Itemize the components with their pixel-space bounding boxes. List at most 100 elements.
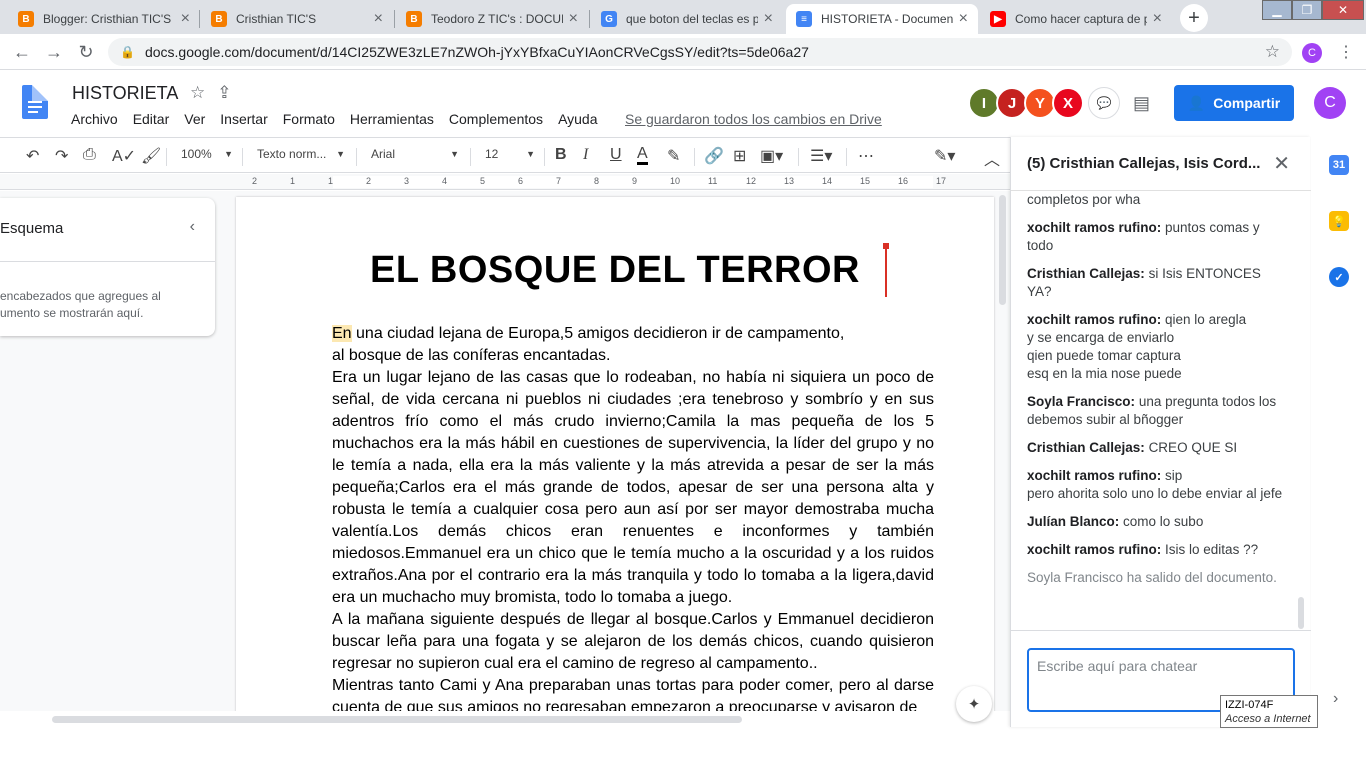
close-tab-icon[interactable]: × <box>181 10 190 28</box>
minimize-button[interactable]: ▁ <box>1262 0 1292 20</box>
browser-tab[interactable]: ≡ HISTORIETA - Document × <box>786 4 978 34</box>
close-tab-icon[interactable]: × <box>959 10 968 28</box>
text-color-icon[interactable]: A <box>637 146 648 165</box>
bookmark-star-icon[interactable]: ☆ <box>1265 42 1280 62</box>
collaborator-avatar[interactable]: X <box>1052 87 1084 119</box>
comment-history-icon[interactable]: ▤ <box>1133 93 1150 114</box>
menu-editar[interactable]: Editar <box>133 111 170 127</box>
save-status[interactable]: Se guardaron todos los cambios en Drive <box>625 111 882 127</box>
add-comment-icon[interactable]: ⊞ <box>733 146 746 166</box>
document-page[interactable]: EL BOSQUE DEL TERROR En una ciudad lejan… <box>236 197 994 711</box>
ruler[interactable]: 2 1 1 2 3 4 5 6 7 8 9 10 11 12 13 14 15 16 17 <box>0 174 1010 190</box>
tasks-icon[interactable]: ✓ <box>1329 267 1349 287</box>
style-select[interactable]: Texto norm... ▼ <box>257 147 345 161</box>
maximize-button[interactable]: ❐ <box>1292 0 1322 20</box>
chevron-right-icon[interactable]: › <box>1333 690 1338 708</box>
forward-button[interactable]: → <box>42 40 66 64</box>
ruler-number: 9 <box>632 176 638 186</box>
ruler-number: 2 <box>366 176 372 186</box>
font-size-select[interactable]: 12 ▼ <box>485 147 535 161</box>
chat-author: xochilt ramos rufino: <box>1027 312 1162 327</box>
chat-message: completos por wha <box>1027 191 1287 209</box>
share-button[interactable]: 👤 Compartir <box>1174 85 1294 121</box>
ruler-number: 2 <box>252 176 258 186</box>
document-body[interactable]: En una ciudad lejana de Europa,5 amigos … <box>332 323 934 711</box>
star-icon[interactable]: ☆ <box>190 83 205 103</box>
browser-menu-icon[interactable]: ⋮ <box>1338 42 1354 62</box>
browser-tab[interactable]: B Cristhian TIC'S × <box>201 4 393 34</box>
docs-logo-icon[interactable] <box>22 85 48 119</box>
chat-messages: completos por wha xochilt ramos rufino: p… <box>1027 191 1287 631</box>
chat-message: Soyla Francisco: una pregunta todos los … <box>1027 393 1287 429</box>
close-icon[interactable]: ✕ <box>1273 151 1290 176</box>
omnibox[interactable]: 🔒 docs.google.com/document/d/14CI25ZWE3z… <box>108 38 1292 66</box>
docs-header: HISTORIETA ☆ ⇪ Archivo Editar Ver Insert… <box>0 71 1366 136</box>
insert-image-icon[interactable]: ▣▾ <box>760 146 783 166</box>
side-panel-rail: 31 💡 ✓ <box>1311 137 1366 727</box>
new-tab-button[interactable]: + <box>1180 4 1208 32</box>
collapse-menus-icon[interactable]: ︿ <box>984 146 1000 170</box>
horizontal-scrollbar[interactable] <box>52 716 742 723</box>
keep-icon[interactable]: 💡 <box>1329 211 1349 231</box>
back-button[interactable]: ← <box>10 40 34 64</box>
reload-button[interactable]: ↻ <box>74 40 98 64</box>
browser-tab[interactable]: ▶ Como hacer captura de p × <box>980 4 1172 34</box>
italic-icon[interactable]: I <box>583 146 588 164</box>
underline-icon[interactable]: U <box>610 146 622 164</box>
menu-herramientas[interactable]: Herramientas <box>350 111 434 127</box>
chat-scrollbar[interactable] <box>1298 597 1304 629</box>
account-avatar[interactable]: C <box>1314 87 1346 119</box>
favicon-icon: B <box>406 11 422 27</box>
favicon-icon: ▶ <box>990 11 1006 27</box>
paragraph: Era un lugar lejano de las casas que lo … <box>332 369 934 606</box>
chat-message: Cristhian Callejas: si Isis ENTONCES YA? <box>1027 265 1287 301</box>
menu-ayuda[interactable]: Ayuda <box>558 111 597 127</box>
editing-toolbar: ↶ ↷ ⎙ A✓ 🖌 100% ▼ Texto norm... ▼ Arial ▼ 1… <box>0 137 1010 173</box>
show-chat-icon[interactable]: 💬 <box>1088 87 1120 119</box>
print-icon[interactable]: ⎙ <box>83 146 96 164</box>
favicon-icon: B <box>211 11 227 27</box>
chat-author: xochilt ramos rufino: <box>1027 220 1162 235</box>
align-icon[interactable]: ☰▾ <box>810 146 832 166</box>
close-tab-icon[interactable]: × <box>569 10 578 28</box>
chat-text: pero ahorita solo uno lo debe enviar al … <box>1027 486 1283 501</box>
more-options-icon[interactable]: ⋯ <box>858 146 874 166</box>
paragraph: al bosque de las coníferas encantadas. <box>332 347 611 364</box>
ruler-number: 7 <box>556 176 562 186</box>
highlight-color-icon[interactable]: ✎ <box>667 146 680 166</box>
close-window-button[interactable]: ✕ <box>1322 0 1364 20</box>
menu-complementos[interactable]: Complementos <box>449 111 543 127</box>
close-tab-icon[interactable]: × <box>374 10 383 28</box>
editing-mode-icon[interactable]: ✎▾ <box>934 146 955 166</box>
chat-author: Soyla Francisco: <box>1027 394 1136 409</box>
browser-profile-avatar[interactable]: C <box>1302 43 1322 63</box>
browser-tab[interactable]: B Teodoro Z TIC's : DOCUM × <box>396 4 588 34</box>
chat-text: CREO QUE SI <box>1148 440 1238 455</box>
undo-icon[interactable]: ↶ <box>26 146 39 166</box>
browser-tab[interactable]: B Blogger: Cristhian TIC'S - × <box>8 4 200 34</box>
bold-icon[interactable]: B <box>555 146 567 164</box>
chevron-down-icon: ▼ <box>224 149 233 159</box>
ruler-number: 3 <box>404 176 410 186</box>
document-heading[interactable]: EL BOSQUE DEL TERROR <box>236 249 994 292</box>
menu-formato[interactable]: Formato <box>283 111 335 127</box>
explore-icon[interactable]: ✦ <box>956 686 992 722</box>
calendar-icon[interactable]: 31 <box>1329 155 1349 175</box>
paint-format-icon[interactable]: 🖌 <box>141 146 161 166</box>
document-scrollbar[interactable] <box>998 191 1008 711</box>
close-tab-icon[interactable]: × <box>764 10 773 28</box>
insert-link-icon[interactable]: 🔗 <box>704 146 724 166</box>
menu-archivo[interactable]: Archivo <box>71 111 118 127</box>
document-title[interactable]: HISTORIETA <box>72 83 178 104</box>
font-select[interactable]: Arial ▼ <box>371 147 459 161</box>
menu-insertar[interactable]: Insertar <box>220 111 267 127</box>
browser-tab[interactable]: Gque boton del teclas es p × <box>591 4 783 34</box>
chat-message: Julían Blanco: como lo subo <box>1027 513 1287 531</box>
redo-icon[interactable]: ↷ <box>55 146 68 166</box>
zoom-select[interactable]: 100% ▼ <box>181 147 233 161</box>
close-tab-icon[interactable]: × <box>1153 10 1162 28</box>
spellcheck-icon[interactable]: A✓ <box>112 146 136 166</box>
chevron-left-icon[interactable]: ‹ <box>190 218 195 236</box>
move-to-drive-icon[interactable]: ⇪ <box>217 83 231 103</box>
menu-ver[interactable]: Ver <box>184 111 205 127</box>
